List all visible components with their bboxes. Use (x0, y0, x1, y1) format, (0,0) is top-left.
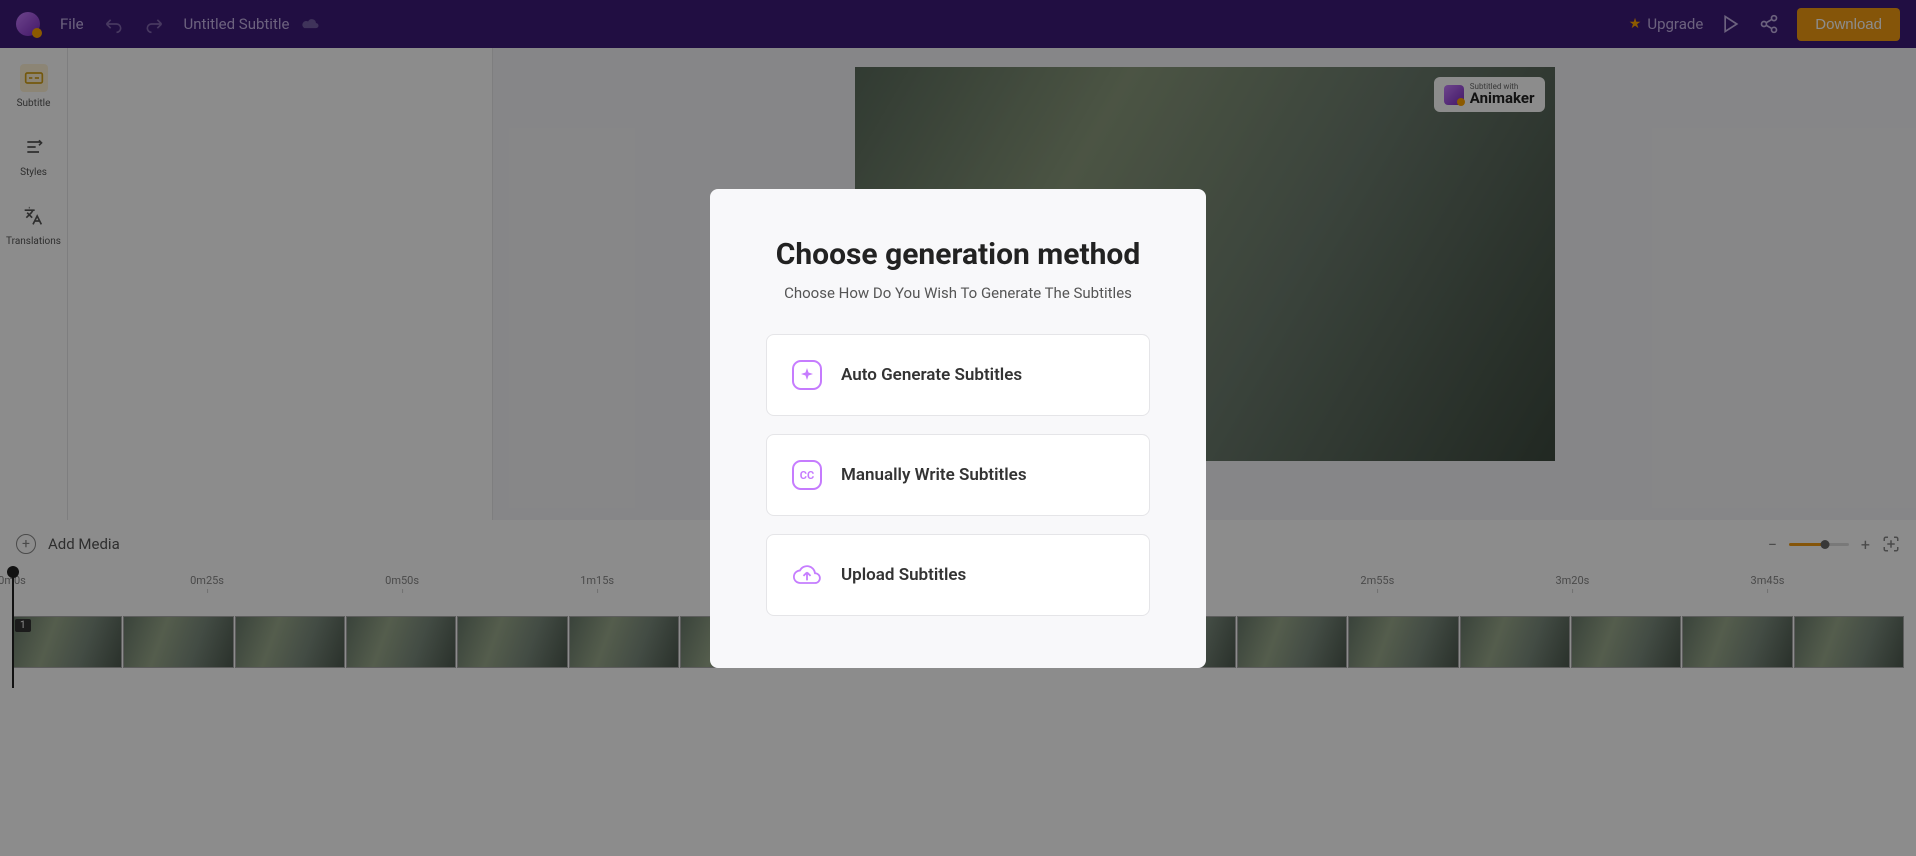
option-manual-write[interactable]: CC Manually Write Subtitles (766, 434, 1150, 516)
modal-title: Choose generation method (766, 237, 1150, 272)
sparkle-icon (791, 359, 823, 391)
option-auto-generate[interactable]: Auto Generate Subtitles (766, 334, 1150, 416)
option-label: Manually Write Subtitles (841, 465, 1027, 485)
cloud-upload-icon (791, 559, 823, 591)
option-label: Auto Generate Subtitles (841, 365, 1022, 385)
generation-method-modal: Choose generation method Choose How Do Y… (710, 189, 1206, 668)
option-upload[interactable]: Upload Subtitles (766, 534, 1150, 616)
svg-text:CC: CC (800, 469, 814, 482)
modal-overlay[interactable]: Choose generation method Choose How Do Y… (0, 0, 1916, 856)
cc-icon: CC (791, 459, 823, 491)
option-label: Upload Subtitles (841, 565, 966, 585)
modal-subtitle: Choose How Do You Wish To Generate The S… (766, 284, 1150, 302)
